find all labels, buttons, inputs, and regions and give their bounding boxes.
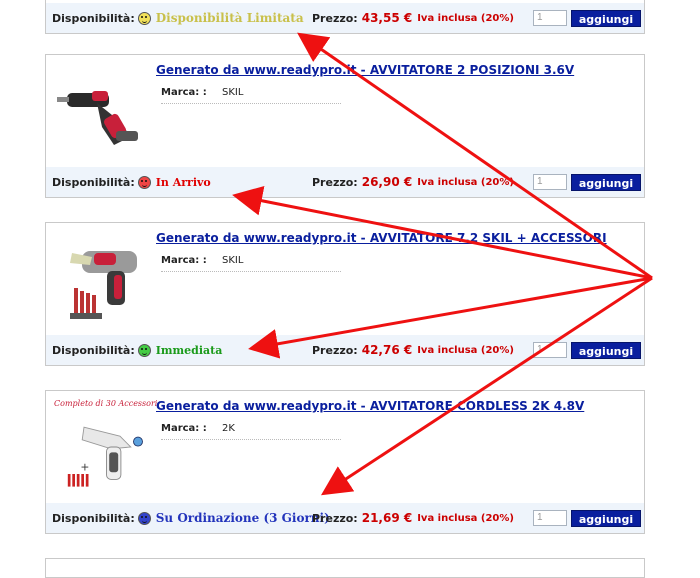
price-value: 26,90 € bbox=[361, 175, 413, 189]
availability-label: Disponibilità: bbox=[52, 175, 135, 189]
availability-status: Immediata bbox=[155, 343, 223, 357]
brand-label: Marca: : bbox=[161, 87, 207, 98]
product-footer: Disponibilità: Immediata Prezzo: 42,76 €… bbox=[46, 335, 644, 365]
price-label: Prezzo: bbox=[312, 511, 358, 525]
price-block: Prezzo: 21,69 € Iva inclusa (20%) bbox=[312, 503, 514, 533]
brand-label: Marca: : bbox=[161, 255, 207, 266]
happy-smiley-icon bbox=[137, 343, 151, 357]
product-image[interactable] bbox=[52, 65, 152, 165]
product-card: Generato da www.readypro.it - AVVITATORE… bbox=[45, 54, 645, 198]
add-to-cart-button[interactable]: aggiungi bbox=[571, 174, 641, 191]
price-label: Prezzo: bbox=[312, 175, 358, 189]
availability-status: In Arrivo bbox=[155, 175, 211, 189]
price-value: 42,76 € bbox=[361, 343, 413, 357]
availability: Disponibilità: Disponibilità Limitata bbox=[52, 3, 304, 33]
product-card: Generato da www.readypro.it - AVVITATORE… bbox=[45, 390, 645, 534]
price-block: Prezzo: 26,90 € Iva inclusa (20%) bbox=[312, 167, 514, 197]
price-value: 21,69 € bbox=[361, 511, 413, 525]
product-card: Disponibilità: Disponibilità Limitata Pr… bbox=[45, 0, 645, 34]
price-block: Prezzo: 43,55 € Iva inclusa (20%) bbox=[312, 3, 514, 33]
vat-note: Iva inclusa (20%) bbox=[417, 344, 514, 356]
product-image[interactable]: + bbox=[52, 411, 152, 501]
availability-label: Disponibilità: bbox=[52, 511, 135, 525]
product-brand: Marca: : SKIL bbox=[161, 255, 341, 272]
availability: Disponibilità: In Arrivo bbox=[52, 167, 211, 197]
add-to-cart-button[interactable]: aggiungi bbox=[571, 342, 641, 359]
vat-note: Iva inclusa (20%) bbox=[417, 176, 514, 188]
price-label: Prezzo: bbox=[312, 343, 358, 357]
quantity-input[interactable]: 1 bbox=[533, 342, 567, 358]
vat-note: Iva inclusa (20%) bbox=[417, 512, 514, 524]
quantity-input[interactable]: 1 bbox=[533, 10, 567, 26]
availability: Disponibilità: Immediata bbox=[52, 335, 222, 365]
product-footer: Disponibilità: Disponibilità Limitata Pr… bbox=[46, 3, 644, 33]
product-image-caption: Completo di 30 Accessori bbox=[54, 399, 158, 408]
vat-note: Iva inclusa (20%) bbox=[417, 12, 514, 24]
product-title-link[interactable]: Generato da www.readypro.it - AVVITATORE… bbox=[156, 231, 607, 245]
product-card bbox=[45, 558, 645, 578]
brand-value: SKIL bbox=[221, 255, 244, 266]
product-title-link[interactable]: Generato da www.readypro.it - AVVITATORE… bbox=[156, 63, 574, 77]
availability: Disponibilità: Su Ordinazione (3 Giorni) bbox=[52, 503, 330, 533]
product-footer: Disponibilità: In Arrivo Prezzo: 26,90 €… bbox=[46, 167, 644, 197]
product-brand: Marca: : 2K bbox=[161, 423, 341, 440]
availability-label: Disponibilità: bbox=[52, 343, 135, 357]
product-card: Generato da www.readypro.it - AVVITATORE… bbox=[45, 222, 645, 366]
neutral-smiley-icon bbox=[137, 11, 151, 25]
product-title-link[interactable]: Generato da www.readypro.it - AVVITATORE… bbox=[156, 399, 584, 413]
availability-label: Disponibilità: bbox=[52, 11, 135, 25]
add-to-cart-button[interactable]: aggiungi bbox=[571, 10, 641, 27]
price-value: 43,55 € bbox=[361, 11, 413, 25]
product-footer: Disponibilità: Su Ordinazione (3 Giorni)… bbox=[46, 503, 644, 533]
brand-value: SKIL bbox=[221, 87, 244, 98]
brand-label: Marca: : bbox=[161, 423, 207, 434]
quantity-input[interactable]: 1 bbox=[533, 174, 567, 190]
product-image[interactable] bbox=[52, 233, 152, 333]
svg-text:+: + bbox=[80, 460, 89, 473]
brand-value: 2K bbox=[221, 423, 235, 434]
add-to-cart-button[interactable]: aggiungi bbox=[571, 510, 641, 527]
availability-status: Disponibilità Limitata bbox=[155, 11, 304, 25]
sad-smiley-icon bbox=[137, 175, 151, 189]
price-label: Prezzo: bbox=[312, 11, 358, 25]
availability-status: Su Ordinazione (3 Giorni) bbox=[155, 511, 330, 525]
blue-smiley-icon bbox=[137, 511, 151, 525]
price-block: Prezzo: 42,76 € Iva inclusa (20%) bbox=[312, 335, 514, 365]
product-brand: Marca: : SKIL bbox=[161, 87, 341, 104]
quantity-input[interactable]: 1 bbox=[533, 510, 567, 526]
